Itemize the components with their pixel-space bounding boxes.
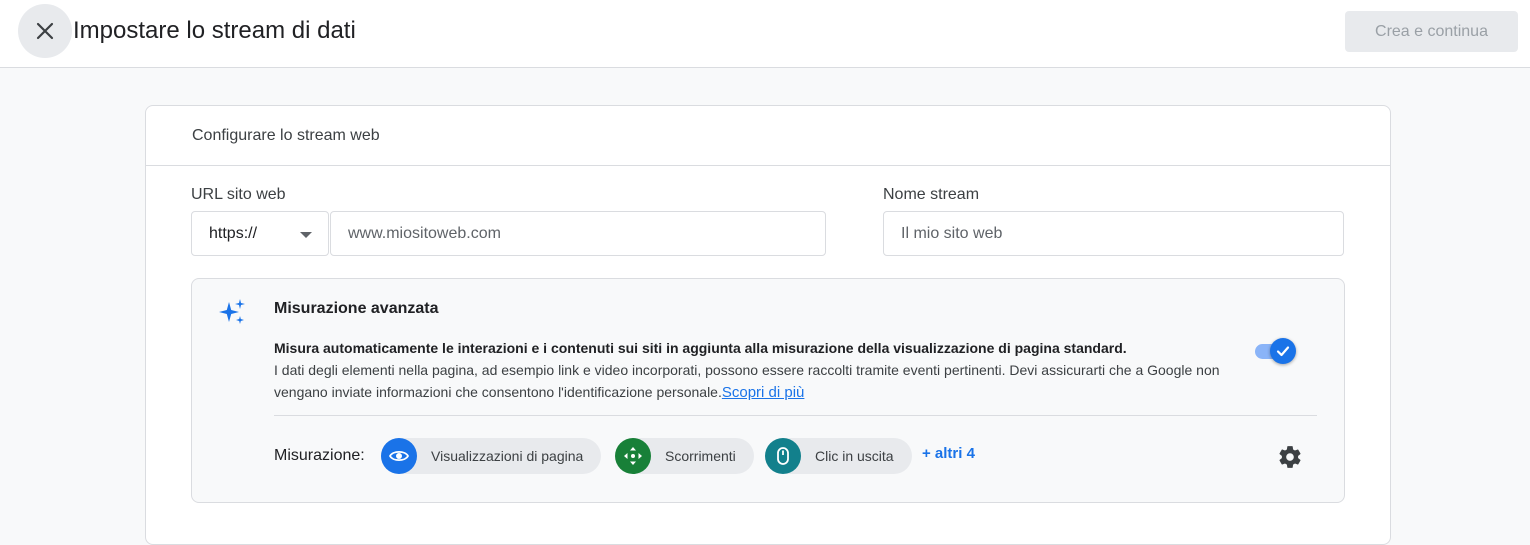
enhanced-measurement-description: Misura automaticamente le interazioni e … <box>274 337 1259 404</box>
website-url-input[interactable] <box>330 211 826 256</box>
enhanced-measurement-panel: Misurazione avanzata Misura automaticame… <box>191 278 1345 503</box>
learn-more-link[interactable]: Scopri di più <box>722 384 805 401</box>
page-title: Impostare lo stream di dati <box>73 17 356 44</box>
top-bar: Impostare lo stream di dati Crea e conti… <box>0 0 1530 68</box>
gear-icon <box>1279 446 1301 468</box>
protocol-value: https:// <box>209 224 258 242</box>
stream-name-label: Nome stream <box>883 186 980 203</box>
chip-label: Clic in uscita <box>815 448 894 464</box>
mouse-icon <box>765 438 801 474</box>
settings-button[interactable] <box>1276 443 1304 471</box>
protocol-select[interactable]: https:// <box>191 211 329 256</box>
divider <box>274 415 1317 416</box>
check-icon <box>1276 346 1290 357</box>
toggle-knob <box>1270 338 1296 364</box>
close-icon <box>36 22 54 40</box>
web-stream-card: Configurare lo stream web URL sito web h… <box>145 105 1391 545</box>
eye-icon <box>381 438 417 474</box>
scroll-icon <box>615 438 651 474</box>
enhanced-measurement-title: Misurazione avanzata <box>274 300 439 317</box>
chip-page-views[interactable]: Visualizzazioni di pagina <box>381 438 602 474</box>
chip-outbound-clicks[interactable]: Clic in uscita <box>765 438 912 474</box>
url-label: URL sito web <box>191 186 286 203</box>
measurement-label: Misurazione: <box>274 447 365 464</box>
more-measurements-link[interactable]: + altri 4 <box>922 445 975 462</box>
chip-label: Scorrimenti <box>665 448 736 464</box>
stream-name-input[interactable] <box>883 211 1344 256</box>
chip-label: Visualizzazioni di pagina <box>431 448 584 464</box>
chip-scrolls[interactable]: Scorrimenti <box>615 438 754 474</box>
sparkle-icon <box>219 299 245 324</box>
description-bold: Misura automaticamente le interazioni e … <box>274 340 1127 356</box>
enhanced-measurement-toggle[interactable] <box>1253 338 1297 366</box>
card-title: Configurare lo stream web <box>146 106 1390 166</box>
close-button[interactable] <box>18 4 72 58</box>
create-and-continue-button[interactable]: Crea e continua <box>1345 11 1518 52</box>
caret-down-icon <box>300 232 312 238</box>
